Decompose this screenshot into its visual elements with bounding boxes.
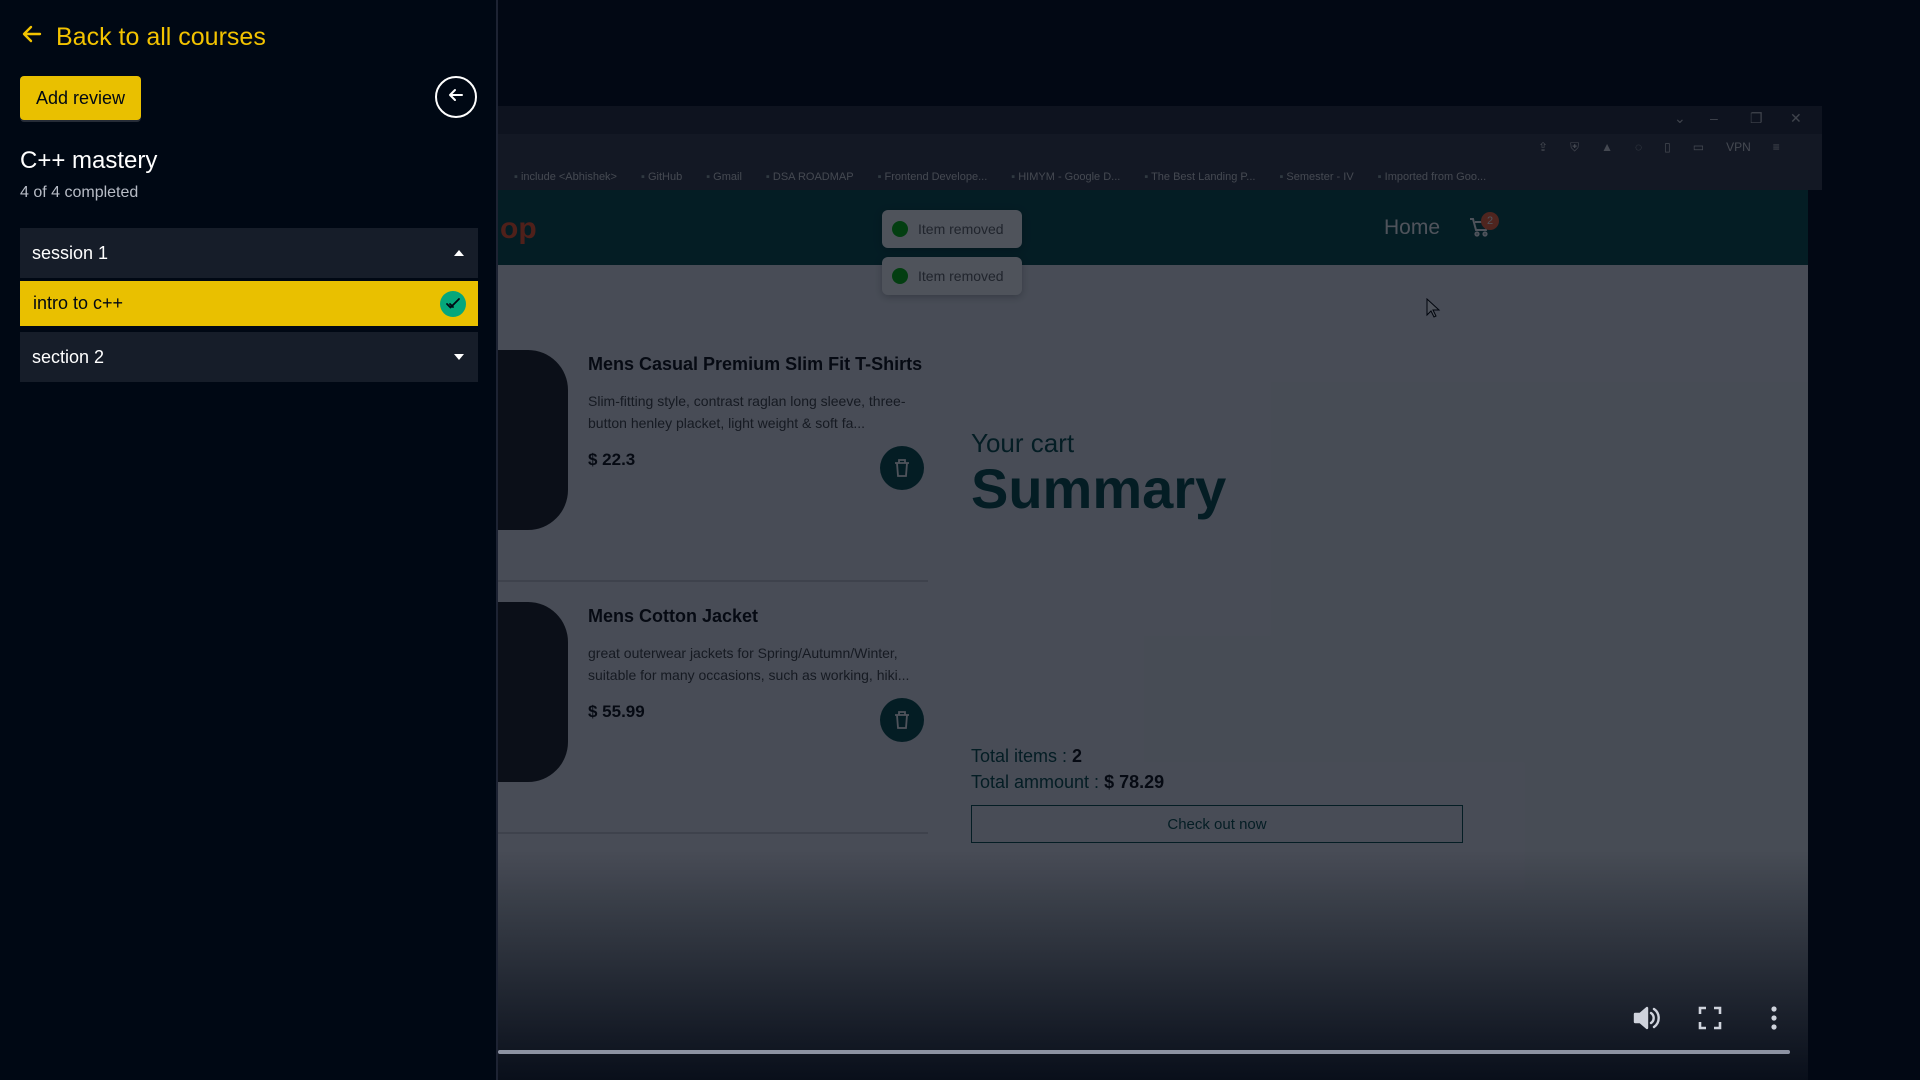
total-items-label: Total items : xyxy=(971,746,1068,766)
video-progress-fill xyxy=(498,1050,1790,1054)
cart-item: Mens Casual Premium Slim Fit T-Shirts Sl… xyxy=(498,350,928,582)
total-amount-label: Total ammount : xyxy=(971,772,1100,792)
bookmark-item: GitHub xyxy=(641,171,682,183)
delete-item-button xyxy=(880,698,924,742)
wallet-icon: ▭ xyxy=(1692,140,1705,154)
product-image xyxy=(498,350,568,530)
delete-item-button xyxy=(880,446,924,490)
total-items-value: 2 xyxy=(1072,746,1083,766)
section-title: section 2 xyxy=(32,346,105,367)
triangle-icon: ▲ xyxy=(1601,140,1613,154)
bookmarks-bar: include <Abhishek> GitHub Gmail DSA ROAD… xyxy=(498,164,1822,190)
bookmark-item: DSA ROADMAP xyxy=(766,171,854,183)
share-icon: ⇪ xyxy=(1538,140,1549,154)
product-title: Mens Cotton Jacket xyxy=(588,606,759,626)
trash-icon xyxy=(895,459,909,477)
product-price: $ 22.3 xyxy=(588,450,636,469)
trash-icon xyxy=(895,711,909,729)
checkmark-icon xyxy=(440,290,466,317)
product-price: $ 55.99 xyxy=(588,702,645,721)
section-header-1[interactable]: session 1 xyxy=(20,228,478,278)
total-amount-line: Total ammount : $ 78.29 xyxy=(971,772,1164,793)
section-header-2[interactable]: section 2 xyxy=(20,332,478,382)
course-sidebar: Back to all courses Add review C++ maste… xyxy=(0,0,498,1080)
course-title: C++ mastery xyxy=(20,147,158,174)
section-title: session 1 xyxy=(32,242,109,263)
lecture-title: intro to c++ xyxy=(33,293,124,313)
checkout-button: Check out now xyxy=(971,805,1463,843)
collapse-sidebar-button[interactable] xyxy=(435,76,477,118)
bookmark-item: Frontend Develope... xyxy=(878,171,988,183)
chevron-down-icon xyxy=(454,354,464,360)
product-description: great outerwear jackets for Spring/Autum… xyxy=(588,645,910,683)
toast-notification: Item removed xyxy=(882,257,1022,295)
toast-text: Item removed xyxy=(918,221,1004,237)
circle-arrow-left-icon xyxy=(446,85,466,110)
menu-icon: ≡ xyxy=(1772,140,1780,154)
extension-icon: ◌ xyxy=(1634,140,1643,154)
total-amount-value: $ 78.29 xyxy=(1104,772,1165,792)
check-circle-icon xyxy=(892,221,908,237)
product-image xyxy=(498,602,568,782)
add-review-button[interactable]: Add review xyxy=(20,76,141,120)
shop-logo: op xyxy=(500,212,537,245)
bookmark-item: Gmail xyxy=(706,171,742,183)
toast-notification: Item removed xyxy=(882,210,1022,248)
nav-home-link: Home xyxy=(1384,216,1441,239)
close-icon: ✕ xyxy=(1790,110,1802,126)
arrow-left-icon xyxy=(20,22,44,53)
course-progress-text: 4 of 4 completed xyxy=(20,184,139,201)
video-player[interactable]: ⌄ – ❐ ✕ ⇪ ⛨ ▲ ◌ ▯ ▭ VPN ≡ include <Abhis… xyxy=(498,0,1920,1080)
back-to-courses-link[interactable]: Back to all courses xyxy=(20,22,266,53)
toast-text: Item removed xyxy=(918,268,1004,284)
bookmark-item: include <Abhishek> xyxy=(514,171,617,183)
minimize-icon: – xyxy=(1710,110,1718,126)
chevron-down-icon: ⌄ xyxy=(1674,110,1686,126)
cart-summary-heading: Summary xyxy=(971,457,1227,520)
bookmark-item: Imported from Goo... xyxy=(1378,171,1486,183)
check-circle-icon xyxy=(892,268,908,284)
more-options-icon[interactable] xyxy=(1758,1002,1790,1034)
product-description: Slim-fitting style, contrast raglan long… xyxy=(588,393,906,431)
shop-navbar: op Home 2 xyxy=(498,190,1808,265)
browser-titlebar xyxy=(498,106,1822,134)
cart-item: Mens Cotton Jacket great outerwear jacke… xyxy=(498,602,928,834)
chevron-up-icon xyxy=(454,250,464,256)
bookmark-item: The Best Landing P... xyxy=(1144,171,1255,183)
bookmark-item: HIMYM - Google D... xyxy=(1011,171,1120,183)
restore-icon: ❐ xyxy=(1750,110,1763,126)
shield-icon: ⛨ xyxy=(1570,140,1580,154)
cart-count-badge: 2 xyxy=(1481,212,1499,230)
bookmark-item: Semester - IV xyxy=(1279,171,1353,183)
back-link-label: Back to all courses xyxy=(56,23,266,51)
volume-icon[interactable] xyxy=(1630,1002,1662,1034)
product-title: Mens Casual Premium Slim Fit T-Shirts xyxy=(588,354,923,374)
mouse-pointer-icon xyxy=(1426,298,1441,318)
controls-gradient xyxy=(498,850,1920,1080)
sidebar-icon: ▯ xyxy=(1664,140,1671,154)
fullscreen-icon[interactable] xyxy=(1694,1002,1726,1034)
vpn-label: VPN xyxy=(1726,140,1751,154)
total-items-line: Total items : 2 xyxy=(971,746,1082,767)
cart-label: Your cart xyxy=(971,428,1075,458)
browser-toolbar-icons: ⇪ ⛨ ▲ ◌ ▯ ▭ VPN ≡ xyxy=(1538,140,1780,155)
video-progress-bar[interactable] xyxy=(498,1050,1790,1054)
lecture-item[interactable]: intro to c++ xyxy=(20,281,478,326)
